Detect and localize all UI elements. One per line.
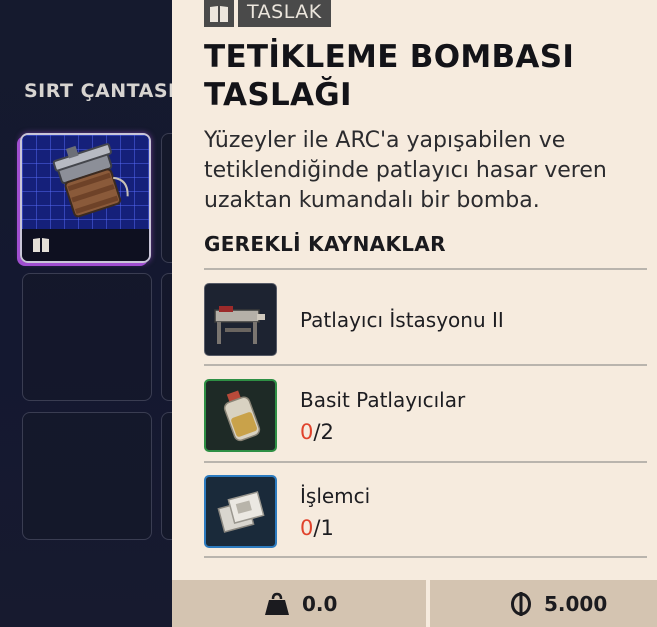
tag-label: TASLAK xyxy=(238,0,331,27)
resource-have: 0 xyxy=(300,420,314,444)
backpack-slot-selected[interactable] xyxy=(20,133,151,263)
resource-name: İşlemci xyxy=(300,484,371,508)
resource-need: /2 xyxy=(313,420,334,444)
backpack-slot-empty[interactable] xyxy=(22,273,152,401)
resource-row: İşlemci 0/1 xyxy=(204,462,647,556)
book-icon xyxy=(204,0,234,27)
footer-separator xyxy=(426,580,430,627)
resource-row: Basit Patlayıcılar 0/2 xyxy=(204,366,647,460)
item-detail-panel: TASLAK TETİKLEME BOMBASI TASLAĞI Yüzeyle… xyxy=(172,0,657,627)
resource-name: Basit Patlayıcılar xyxy=(300,388,466,412)
weight-stat: 0.0 xyxy=(264,592,337,616)
workbench-icon xyxy=(204,283,277,356)
weight-icon xyxy=(265,592,289,615)
trigger-bomb-icon xyxy=(52,143,129,218)
resource-name: Patlayıcı İstasyonu II xyxy=(300,308,504,332)
blueprint-tag: TASLAK xyxy=(204,0,331,27)
weight-value: 0.0 xyxy=(302,592,338,616)
resource-row: Patlayıcı İstasyonu II xyxy=(204,270,647,364)
processor-chip-icon xyxy=(204,475,277,548)
blueprint-book-icon xyxy=(33,238,49,252)
explosive-bottle-icon xyxy=(204,379,277,452)
backpack-title: SIRT ÇANTASI xyxy=(24,80,176,102)
item-description: Yüzeyler ile ARC'a yapışabilen ve tetikl… xyxy=(204,128,607,213)
resource-need: /1 xyxy=(313,516,334,540)
coin-icon xyxy=(511,592,531,616)
required-resources-title: GEREKLİ KAYNAKLAR xyxy=(204,232,446,256)
item-footer: 0.0 5.000 xyxy=(172,580,657,627)
resource-quantity: 0/2 xyxy=(300,420,334,444)
item-title: TETİKLEME BOMBASI TASLAĞI xyxy=(204,39,575,113)
backpack-slot-empty[interactable] xyxy=(22,412,152,540)
divider xyxy=(204,556,647,558)
price-stat: 5.000 xyxy=(510,592,607,616)
resource-have: 0 xyxy=(300,516,314,540)
price-value: 5.000 xyxy=(544,592,608,616)
resource-quantity: 0/1 xyxy=(300,516,334,540)
